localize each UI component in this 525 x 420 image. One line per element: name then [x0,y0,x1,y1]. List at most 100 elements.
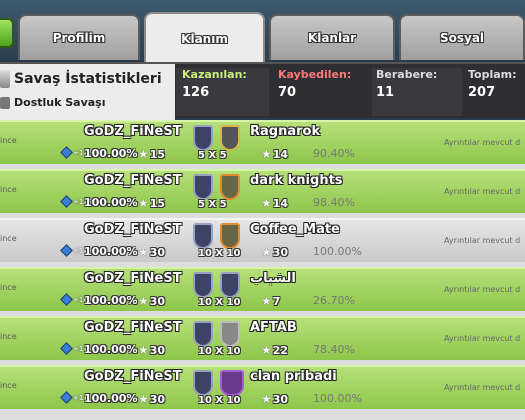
row-edge-text: ince [0,283,17,292]
star-icon: ★ [261,245,272,259]
total-value: 207 [468,85,496,100]
my-stars: ★ 30 [138,294,165,308]
opponent-clan-name: dark knights [250,173,343,188]
my-stars-value: 30 [149,294,166,308]
friendly-war-label: Dostluk Savaşı [14,96,106,109]
war-stats-title[interactable]: Savaş İstatistikleri [0,70,162,88]
tab-profile[interactable]: Profilim [18,14,140,60]
row-edge-text: ince [0,136,17,145]
star-icon: ★ [261,147,272,161]
war-log-row[interactable]: ince GoDZ_FiNeST +171 100.00% ★ 30 10 X 1… [0,316,525,360]
opponent-stars-value: 14 [272,196,289,210]
wins-label: Kazanılan: [182,68,247,81]
war-stats-header: Savaş İstatistikleri Dostluk Savaşı Kaza… [0,62,525,120]
war-size: 5 X 5 [198,150,227,161]
opponent-clan-name: الشباب [250,271,296,286]
war-log-list: ince GoDZ_FiNeST +126 100.00% ★ 15 5 X 5 … [0,120,525,420]
war-stats-panel: Savaş İstatistikleri Dostluk Savaşı [0,64,175,120]
opponent-destruction: 100.00% [313,245,362,258]
draws-value: 11 [376,85,395,100]
my-destruction: 100.00% [84,147,138,160]
my-stars: ★ 30 [138,392,165,406]
opponent-clan-name: Coffee_Mate [250,222,340,237]
opponent-clan-badge-icon [220,370,244,396]
war-log-row[interactable]: ince GoDZ_FiNeST +115 100.00% ★ 30 10 X 1… [0,365,525,409]
star-icon: ★ [138,196,149,210]
losses-value: 70 [278,85,297,100]
opponent-stars: ★ 14 [261,196,288,210]
opponent-clan-name: Ragnarok [250,124,321,139]
my-destruction: 100.00% [84,245,138,258]
my-stars: ★ 30 [138,343,165,357]
my-clan-badge-icon [193,223,213,249]
opponent-stars: ★ 22 [261,343,288,357]
my-clan-badge-icon [193,174,213,200]
opponent-clan-badge-icon [220,174,240,200]
losses-label: Kaybedilen: [278,68,352,81]
my-clan-badge-icon [193,321,213,347]
opponent-destruction: 100.00% [313,392,362,405]
war-size: 10 X 10 [198,346,241,357]
details-text: Ayrıntılar mevcut d [444,187,521,196]
my-stars: ★ 15 [138,196,165,210]
war-size: 5 X 5 [198,199,227,210]
wins-stat: Kazanılan: 126 [176,68,269,116]
my-clan-name: GoDZ_FiNeST [84,173,182,188]
details-text: Ayrıntılar mevcut d [444,138,521,147]
opponent-stars-value: 7 [272,294,281,308]
my-destruction: 100.00% [84,343,138,356]
opponent-stars-value: 30 [272,392,289,406]
tab-clans[interactable]: Klanlar [269,14,395,60]
my-stars: ★ 15 [138,147,165,161]
star-icon: ★ [138,343,149,357]
checkbox-icon[interactable] [0,96,10,109]
opponent-destruction: 26.70% [313,294,355,307]
xp-icon [60,293,73,306]
war-size: 10 X 10 [198,248,241,259]
xp-icon [60,391,73,404]
row-edge-text: ince [0,234,17,243]
details-text: Ayrıntılar mevcut d [444,285,521,294]
row-edge-text: ince [0,185,17,194]
opponent-stars-value: 22 [272,343,289,357]
war-log-row[interactable]: ince GoDZ_FiNeST +126 100.00% ★ 15 5 X 5 … [0,120,525,164]
star-icon: ★ [261,343,272,357]
my-destruction: 100.00% [84,196,138,209]
my-clan-name: GoDZ_FiNeST [84,320,182,335]
star-icon: ★ [138,245,149,259]
war-log-row[interactable]: ince GoDZ_FiNeST +129 100.00% ★ 15 5 X 5 … [0,169,525,213]
my-stars-value: 30 [149,245,166,259]
my-destruction: 100.00% [84,392,138,405]
my-stars: ★ 30 [138,245,165,259]
opponent-clan-badge-icon [220,223,240,249]
my-clan-badge-icon [193,125,213,151]
tab-social[interactable]: Sosyal [399,14,525,60]
wins-value: 126 [182,85,210,100]
row-edge-text: ince [0,381,17,390]
details-text: Ayrıntılar mevcut d [444,236,521,245]
opponent-stars: ★ 14 [261,147,288,161]
opponent-stars-value: 14 [272,147,289,161]
xp-icon [60,342,73,355]
opponent-destruction: 78.40% [313,343,355,356]
opponent-clan-badge-icon [220,321,240,347]
tab-my-clan[interactable]: Klanım [144,12,265,64]
war-log-row[interactable]: ince GoDZ_FiNeST +168 100.00% ★ 30 10 X 1… [0,267,525,311]
back-button[interactable] [0,18,14,48]
my-clan-name: GoDZ_FiNeST [84,222,182,237]
star-icon: ★ [261,196,272,210]
opponent-clan-name: AFTAB [250,320,297,335]
war-stats-label: Savaş İstatistikleri [14,71,162,87]
star-icon: ★ [261,294,272,308]
my-clan-badge-icon [193,370,213,396]
draws-label: Berabere: [376,68,438,81]
opponent-stars: ★ 30 [261,245,288,259]
losses-stat: Kaybedilen: 70 [272,68,369,116]
my-clan-name: GoDZ_FiNeST [84,271,182,286]
xp-icon [60,244,73,257]
friendly-war-option[interactable]: Dostluk Savaşı [0,96,106,109]
my-stars-value: 15 [149,147,166,161]
my-clan-name: GoDZ_FiNeST [84,124,182,139]
opponent-clan-badge-icon [220,125,240,151]
war-log-row[interactable]: ince GoDZ_FiNeST +121 100.00% ★ 30 10 X 1… [0,218,525,262]
